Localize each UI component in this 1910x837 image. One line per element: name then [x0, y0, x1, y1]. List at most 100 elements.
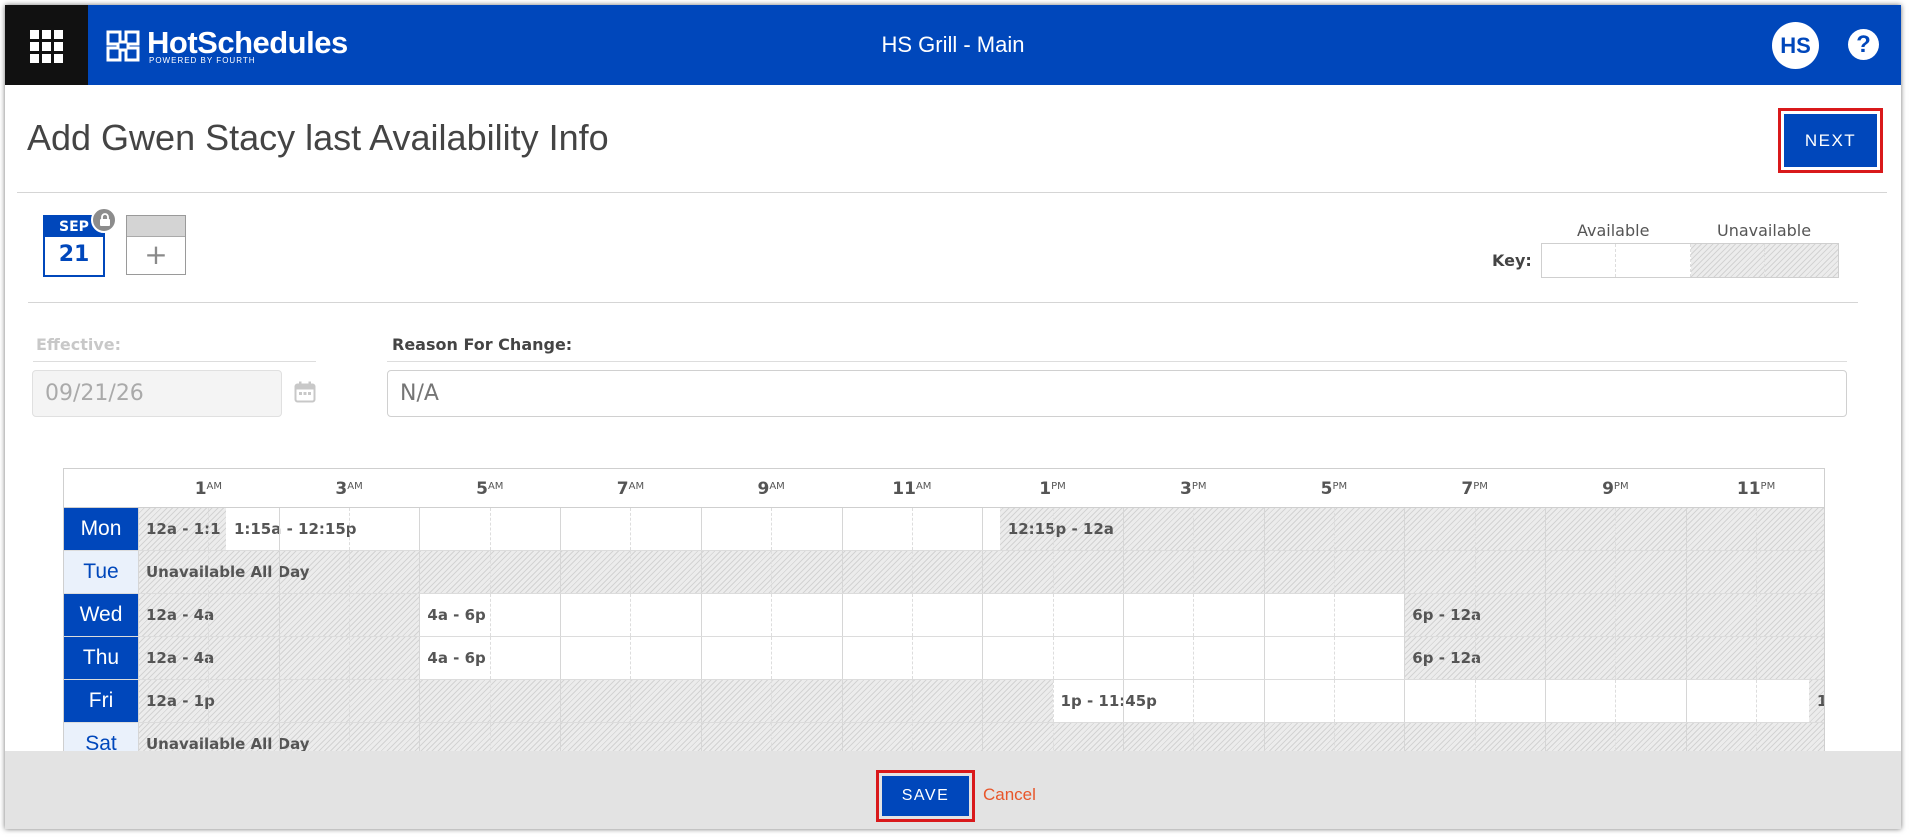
hour-gridline: [1122, 594, 1124, 636]
block-time-label: 1:15a - 12:15p: [233, 520, 357, 538]
cancel-link[interactable]: Cancel: [983, 785, 1036, 805]
app-menu-button[interactable]: [5, 5, 88, 85]
hour-label: 7PM: [1435, 479, 1515, 499]
hour-gridline: [1474, 594, 1476, 636]
hour-gridline: [1333, 637, 1335, 679]
hour-number: 3: [335, 479, 348, 499]
hour-gridline: [208, 637, 210, 679]
next-button[interactable]: NEXT: [1784, 114, 1877, 167]
hour-gridline: [349, 680, 351, 722]
block-time-label: 12a - 1p: [146, 692, 215, 710]
hour-gridline: [1333, 508, 1335, 550]
block-time-label: 12a - 4a: [146, 649, 215, 667]
hour-gridline: [138, 594, 139, 636]
hour-gridline: [1756, 508, 1758, 550]
hour-ampm: PM: [1332, 481, 1348, 492]
key-legend: [1541, 243, 1839, 278]
hour-label: 11PM: [1716, 479, 1796, 499]
hour-number: 11: [892, 479, 916, 499]
block-time-label: 12a - 1:1: [146, 520, 221, 538]
hour-gridline: [1685, 637, 1687, 679]
effective-underline: [33, 361, 316, 362]
key-available-swatch: [1616, 244, 1691, 277]
reason-input[interactable]: [387, 370, 1847, 417]
block-time-label: 12a - 4a: [146, 606, 215, 624]
hour-gridline: [138, 508, 139, 550]
hour-label: 9PM: [1575, 479, 1655, 499]
day-label: Fri: [64, 680, 138, 722]
tile-day: 21: [58, 242, 90, 267]
hour-gridline: [208, 680, 210, 722]
divider: [17, 192, 1887, 193]
available-block[interactable]: 1p - 11:45p: [1053, 680, 1809, 722]
day-row[interactable]: 12a - 4a 4a - 6p 6p - 12a Thu: [64, 637, 1824, 680]
save-button[interactable]: SAVE: [882, 776, 969, 816]
hour-label: 9AM: [731, 479, 811, 499]
day-row[interactable]: Unavailable All Day Tue: [64, 551, 1824, 594]
add-tile-header: [127, 216, 185, 237]
day-row[interactable]: 12a - 1p 1p - 11:45p 1 Fri: [64, 680, 1824, 723]
hour-label: 5PM: [1294, 479, 1374, 499]
hour-ampm: PM: [1191, 481, 1207, 492]
hour-gridline: [1545, 594, 1546, 636]
hour-gridline: [841, 551, 843, 593]
unavailable-block[interactable]: 1: [1808, 680, 1824, 722]
hour-gridline: [1052, 551, 1054, 593]
hour-header-row: 1AM 3AM 5AM 7AM 9AM 11AM 1PM 3PM 5PM 7PM 9PM 11PM: [64, 468, 1824, 508]
add-availability-button[interactable]: +: [126, 215, 186, 275]
page-title: Add Gwen Stacy last Availability Info: [27, 117, 609, 158]
hour-ampm: AM: [206, 481, 222, 492]
hour-ampm: PM: [1613, 481, 1629, 492]
hour-gridline: [1474, 551, 1476, 593]
hour-gridline: [1756, 551, 1758, 593]
hour-gridline: [349, 551, 351, 593]
hour-gridline: [489, 508, 491, 550]
day-label: Wed: [64, 594, 138, 636]
key-unavailable-swatch: [1690, 244, 1765, 277]
day-row[interactable]: 12a - 1:1 1:15a - 12:15p 12:15p - 12a Mon: [64, 508, 1824, 551]
hour-number: 5: [476, 479, 488, 499]
hour-gridline: [771, 594, 773, 636]
hour-ampm: PM: [1473, 481, 1488, 492]
day-label: Mon: [64, 508, 138, 550]
block-time-label: 6p - 12a: [1412, 606, 1482, 624]
hour-gridline: [1404, 594, 1406, 636]
hour-gridline: [1193, 637, 1195, 679]
hour-gridline: [1615, 594, 1617, 636]
user-avatar[interactable]: HS: [1772, 22, 1819, 69]
hour-gridline: [560, 680, 562, 722]
hour-gridline: [1263, 637, 1265, 679]
available-block[interactable]: 1:15a - 12:15p: [226, 508, 1000, 550]
unavailable-block[interactable]: 12a - 1:1: [138, 508, 226, 550]
day-label: Thu: [64, 637, 138, 679]
hour-gridline: [349, 637, 351, 679]
hour-gridline: [1052, 508, 1054, 550]
day-row[interactable]: 12a - 4a 4a - 6p 6p - 12a Wed: [64, 594, 1824, 637]
hour-gridline: [1685, 594, 1687, 636]
block-time-label: 4a - 6p: [427, 606, 486, 624]
block-time-label: 4a - 6p: [427, 649, 486, 667]
hour-gridline: [560, 551, 562, 593]
hour-gridline: [1756, 594, 1758, 636]
hour-gridline: [630, 680, 632, 722]
next-button-highlight: NEXT: [1778, 108, 1883, 173]
hour-gridline: [1404, 508, 1406, 550]
hour-gridline: [1545, 551, 1546, 593]
hour-gridline: [982, 680, 984, 722]
hour-gridline: [489, 680, 491, 722]
help-icon[interactable]: ?: [1848, 29, 1879, 60]
hour-number: 9: [757, 479, 770, 499]
hour-gridline: [560, 637, 562, 679]
block-time-label: 12:15p - 12a: [1007, 520, 1114, 538]
hour-gridline: [1685, 551, 1687, 593]
effective-label: Effective:: [36, 335, 122, 354]
availability-schedule: 1AM 3AM 5AM 7AM 9AM 11AM 1PM 3PM 5PM 7PM 9PM 11PM 1…: [63, 468, 1825, 768]
hour-gridline: [982, 508, 984, 550]
hour-label: 3PM: [1153, 479, 1233, 499]
hour-gridline: [560, 594, 562, 636]
top-bar: HotSchedules POWERED BY FOURTH HS Grill …: [5, 5, 1901, 85]
hour-ampm: PM: [1760, 481, 1776, 492]
hour-label: 5AM: [450, 479, 530, 499]
unavailable-block[interactable]: 12a - 1p: [138, 680, 1053, 722]
hour-gridline: [771, 551, 773, 593]
